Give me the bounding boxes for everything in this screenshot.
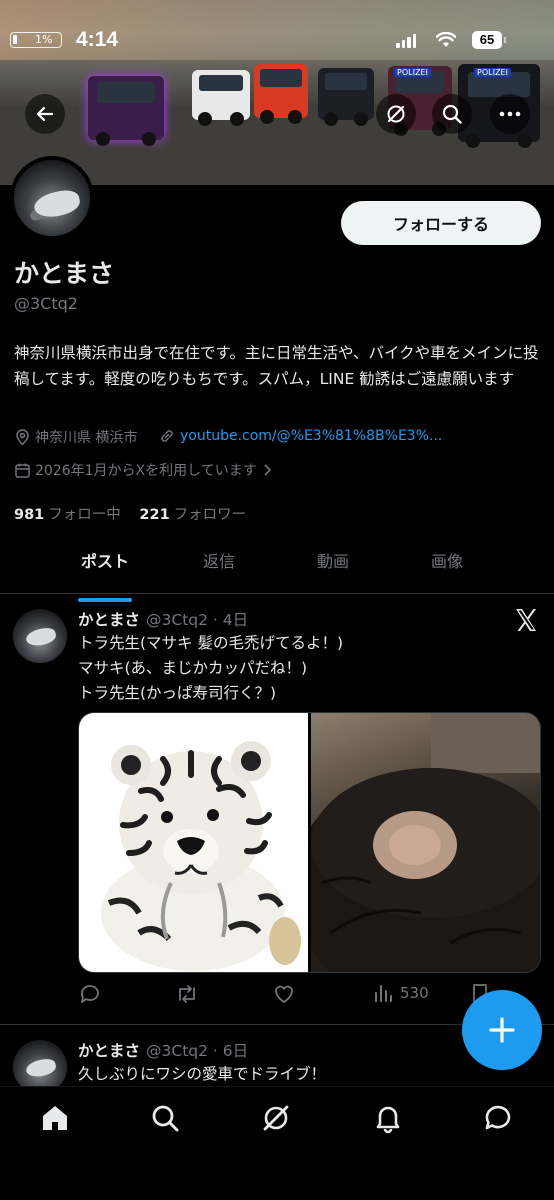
following-link[interactable]: 981 フォロー中 <box>14 507 121 523</box>
followers-count: 221 <box>139 507 170 523</box>
plus-icon <box>489 1017 515 1043</box>
more-options-button[interactable] <box>490 94 530 134</box>
nav-grok[interactable] <box>259 1101 293 1135</box>
reply-button[interactable] <box>78 982 102 1006</box>
tab-posts[interactable]: ポスト <box>48 540 162 602</box>
grok-icon <box>263 1105 289 1131</box>
views-button[interactable]: 530 <box>372 982 429 1004</box>
display-name: かとまさ <box>14 259 115 288</box>
banner-van <box>88 76 164 146</box>
status-bar: 1% 4:14 65 <box>0 28 554 58</box>
post-meta: @3Ctq2 · 4日 <box>146 611 249 629</box>
website-link[interactable]: youtube.com/@%E3%81%8B%E3%... <box>180 428 442 444</box>
repost-icon <box>179 985 195 1003</box>
joined-text: 2026年1月からXを利用しています <box>35 463 257 479</box>
website-row[interactable]: youtube.com/@%E3%81%8B%E3%... <box>158 427 442 445</box>
tab-images[interactable]: 画像 <box>390 540 504 593</box>
banner-van <box>192 70 250 126</box>
status-time: 4:14 <box>76 28 119 51</box>
follow-button[interactable]: フォローする <box>341 201 541 245</box>
post-header: かとまさ @3Ctq2 · 4日 <box>78 608 248 630</box>
heart-icon <box>275 985 293 1003</box>
post-author-name[interactable]: かとまさ <box>78 611 140 629</box>
tab-replies[interactable]: 返信 <box>162 540 276 593</box>
battery-indicator: 65 <box>472 31 506 49</box>
reply-icon <box>81 985 99 1003</box>
cellular-signal-icon <box>396 34 416 48</box>
bottom-navigation <box>0 1086 554 1200</box>
nav-messages[interactable] <box>481 1101 515 1135</box>
post-line: 久しぶりにワシの愛車でドライブ！ <box>78 1065 327 1083</box>
profile-avatar[interactable] <box>10 156 94 240</box>
location-text: 神奈川県 横浜市 <box>35 430 138 446</box>
nav-search[interactable] <box>148 1101 182 1135</box>
location-pin-icon <box>16 428 29 446</box>
bell-icon <box>376 1106 400 1134</box>
banner-sign: POLIZEI <box>394 68 431 77</box>
followers-label: フォロワー <box>173 507 247 523</box>
follow-counts: 981 フォロー中 221 フォロワー <box>14 503 246 524</box>
followers-link[interactable]: 221 フォロワー <box>139 507 246 523</box>
nav-home[interactable] <box>38 1101 72 1135</box>
x-logo-icon <box>512 606 540 638</box>
back-button[interactable] <box>25 94 65 134</box>
tab-videos[interactable]: 動画 <box>276 540 390 593</box>
following-count: 981 <box>14 507 45 523</box>
link-icon <box>161 430 173 442</box>
tiger-plush-image[interactable] <box>79 713 308 972</box>
location-row: 神奈川県 横浜市 <box>14 427 137 447</box>
following-label: フォロー中 <box>48 507 121 523</box>
like-button[interactable] <box>272 982 296 1006</box>
post-meta: @3Ctq2 · 6日 <box>146 1042 249 1060</box>
banner-sign: POLIZEI <box>474 68 511 77</box>
banner-van <box>254 64 308 124</box>
search-icon <box>152 1105 179 1132</box>
nav-notifications[interactable] <box>371 1101 405 1135</box>
more-dots-icon <box>499 111 521 117</box>
views-bar-icon <box>375 985 392 1002</box>
low-battery-indicator: 1% <box>10 32 62 48</box>
chevron-right-icon <box>264 464 271 476</box>
joined-row[interactable]: 2026年1月からXを利用しています <box>14 460 273 480</box>
post-author-name[interactable]: かとまさ <box>78 1042 140 1060</box>
profile-tabs: ポスト 返信 動画 画像 <box>0 540 554 602</box>
post-line: トラ先生(マサキ 髪の毛禿げてるよ！) <box>78 634 344 652</box>
tiger-plush-illustration <box>101 741 301 971</box>
head-photo-image[interactable] <box>291 713 540 972</box>
wifi-icon <box>435 31 457 52</box>
repost-button[interactable] <box>174 982 200 1006</box>
search-icon <box>442 104 462 124</box>
compose-post-button[interactable] <box>462 990 542 1070</box>
post-header: かとまさ @3Ctq2 · 6日 <box>78 1039 248 1061</box>
arrow-left-icon <box>36 106 54 122</box>
chat-bubble-icon <box>485 1105 511 1130</box>
views-count: 530 <box>400 984 429 1002</box>
post-line: マサキ(あ、まじかカッパだね！) <box>78 659 308 677</box>
post-media-grid <box>78 712 541 973</box>
calendar-icon <box>15 463 30 478</box>
banner-van <box>318 68 374 126</box>
post-line: トラ先生(かっぱ寿司行く？) <box>78 684 277 702</box>
search-button[interactable] <box>432 94 472 134</box>
user-handle: @3Ctq2 <box>14 294 78 313</box>
head-photo-illustration <box>291 713 540 972</box>
grok-icon <box>387 105 405 123</box>
post-text: トラ先生(マサキ 髪の毛禿げてるよ！) マサキ(あ、まじかカッパだね！) トラ先… <box>78 631 343 706</box>
post-text: 久しぶりにワシの愛車でドライブ！ <box>78 1062 326 1087</box>
grok-button[interactable] <box>376 94 416 134</box>
post-avatar[interactable] <box>13 609 67 663</box>
home-icon <box>43 1106 67 1130</box>
profile-bio: 神奈川県横浜市出身で在住です。主に日常生活や、バイクや車をメインに投稿してます。… <box>14 344 539 388</box>
